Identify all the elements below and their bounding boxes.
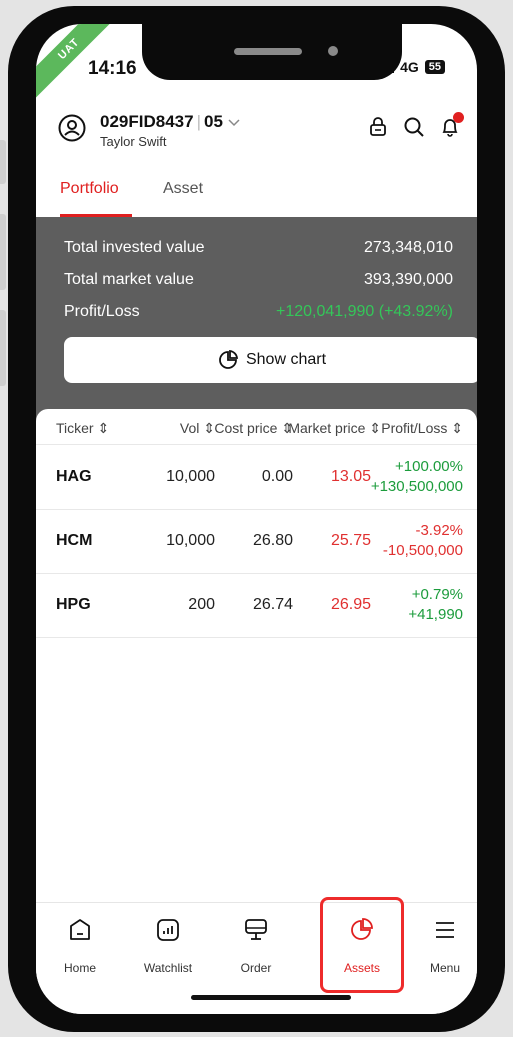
battery-icon: 55 — [424, 60, 445, 74]
bell-icon[interactable] — [439, 112, 464, 138]
divider: | — [196, 112, 201, 131]
pl-percent: +100.00% — [395, 458, 463, 475]
nav-order-label: Order — [240, 961, 272, 975]
show-chart-label: Show chart — [245, 351, 327, 368]
market-row: Total market value 393,390,000 — [64, 271, 453, 289]
camera — [328, 46, 338, 56]
ticker: HCM — [56, 532, 93, 549]
col-cost-price[interactable]: Cost price ⇕ — [214, 420, 293, 437]
app-screen: UAT 14:16 4G 55 029FID8437 | 05 Taylor S… — [36, 24, 477, 1014]
nav-order[interactable]: Order — [212, 917, 300, 975]
tab-bar: Portfolio Asset — [36, 176, 477, 218]
lock-icon[interactable] — [367, 116, 389, 138]
invested-label: Total invested value — [64, 239, 205, 256]
nav-home-label: Home — [63, 961, 96, 975]
account-selector[interactable]: 029FID8437 | 05 — [100, 112, 240, 132]
col-vol[interactable]: Vol ⇕ — [180, 420, 215, 437]
col-ticker[interactable]: Ticker ⇕ — [56, 420, 109, 437]
chevron-down-icon — [228, 119, 240, 127]
stage: UAT 14:16 4G 55 029FID8437 | 05 Taylor S… — [0, 0, 513, 1037]
menu-icon — [436, 922, 454, 938]
monitor-icon — [245, 919, 267, 940]
invested-row: Total invested value 273,348,010 — [64, 239, 453, 257]
account-header: 029FID8437 | 05 Taylor Swift — [56, 110, 464, 154]
tab-portfolio[interactable]: Portfolio — [60, 180, 119, 198]
table-header: Ticker ⇕ Vol ⇕ Cost price ⇕ Market price… — [36, 409, 477, 445]
volume: 200 — [188, 596, 215, 613]
side-button — [0, 310, 6, 386]
invested-value: 273,348,010 — [364, 239, 453, 256]
status-time: 14:16 — [88, 58, 137, 79]
nav-menu[interactable]: Menu — [401, 917, 477, 975]
pl-percent: +0.79% — [411, 586, 463, 603]
nav-watchlist[interactable]: Watchlist — [124, 917, 212, 975]
market-value: 393,390,000 — [364, 271, 453, 288]
cost-price: 26.80 — [252, 532, 293, 549]
tab-asset[interactable]: Asset — [163, 180, 203, 198]
cost-price: 26.74 — [252, 596, 293, 613]
table-row[interactable]: HAG 10,000 0.00 13.05 +100.00% +130,500,… — [36, 446, 477, 510]
chart-icon — [157, 919, 179, 941]
ticker: HPG — [56, 596, 91, 613]
volume: 10,000 — [166, 468, 215, 485]
col-profit-loss[interactable]: Profit/Loss ⇕ — [381, 420, 463, 437]
home-indicator — [191, 995, 351, 1000]
notification-dot — [453, 112, 464, 123]
bottom-nav: Home Watchlist Order Assets Menu — [36, 897, 477, 1014]
phone-frame: UAT 14:16 4G 55 029FID8437 | 05 Taylor S… — [8, 6, 505, 1032]
account-name: Taylor Swift — [100, 134, 167, 149]
nav-home[interactable]: Home — [36, 917, 124, 975]
pl-amount: -10,500,000 — [382, 542, 463, 559]
nav-menu-label: Menu — [429, 961, 461, 975]
header-icons — [367, 112, 464, 138]
ticker: HAG — [56, 468, 92, 485]
col-market-price[interactable]: Market price ⇕ — [288, 420, 381, 437]
table-row[interactable]: HCM 10,000 26.80 25.75 -3.92% -10,500,00… — [36, 510, 477, 574]
pl-amount: +130,500,000 — [370, 478, 463, 495]
pl-percent: -3.92% — [415, 522, 463, 539]
speaker — [234, 48, 302, 55]
pl-value: +120,041,990 (+43.92%) — [275, 303, 453, 320]
pl-row: Profit/Loss +120,041,990 (+43.92%) — [64, 303, 453, 321]
home-icon — [70, 919, 90, 940]
account-id: 029FID8437 — [100, 112, 194, 131]
volume: 10,000 — [166, 532, 215, 549]
holdings-table: Ticker ⇕ Vol ⇕ Cost price ⇕ Market price… — [36, 409, 477, 944]
side-button — [0, 214, 6, 290]
cost-price: 0.00 — [261, 468, 293, 485]
market-price: 25.75 — [330, 532, 371, 549]
pl-label: Profit/Loss — [64, 303, 140, 320]
avatar-icon[interactable] — [58, 114, 86, 142]
pl-amount: +41,990 — [408, 606, 463, 623]
pie-chart-icon — [219, 350, 238, 369]
network-label: 4G — [400, 59, 419, 75]
sub-account: 05 — [204, 112, 223, 131]
table-row[interactable]: HPG 200 26.74 26.95 +0.79% +41,990 — [36, 574, 477, 638]
show-chart-button[interactable]: Show chart — [64, 337, 477, 383]
side-button — [0, 140, 6, 184]
market-label: Total market value — [64, 271, 194, 288]
nav-watchlist-label: Watchlist — [143, 961, 193, 975]
notch — [142, 24, 402, 80]
search-icon[interactable] — [403, 116, 425, 138]
assets-highlight-box — [320, 897, 404, 993]
portfolio-summary: Total invested value 273,348,010 Total m… — [36, 217, 477, 437]
market-price: 26.95 — [330, 596, 371, 613]
market-price: 13.05 — [330, 468, 371, 485]
